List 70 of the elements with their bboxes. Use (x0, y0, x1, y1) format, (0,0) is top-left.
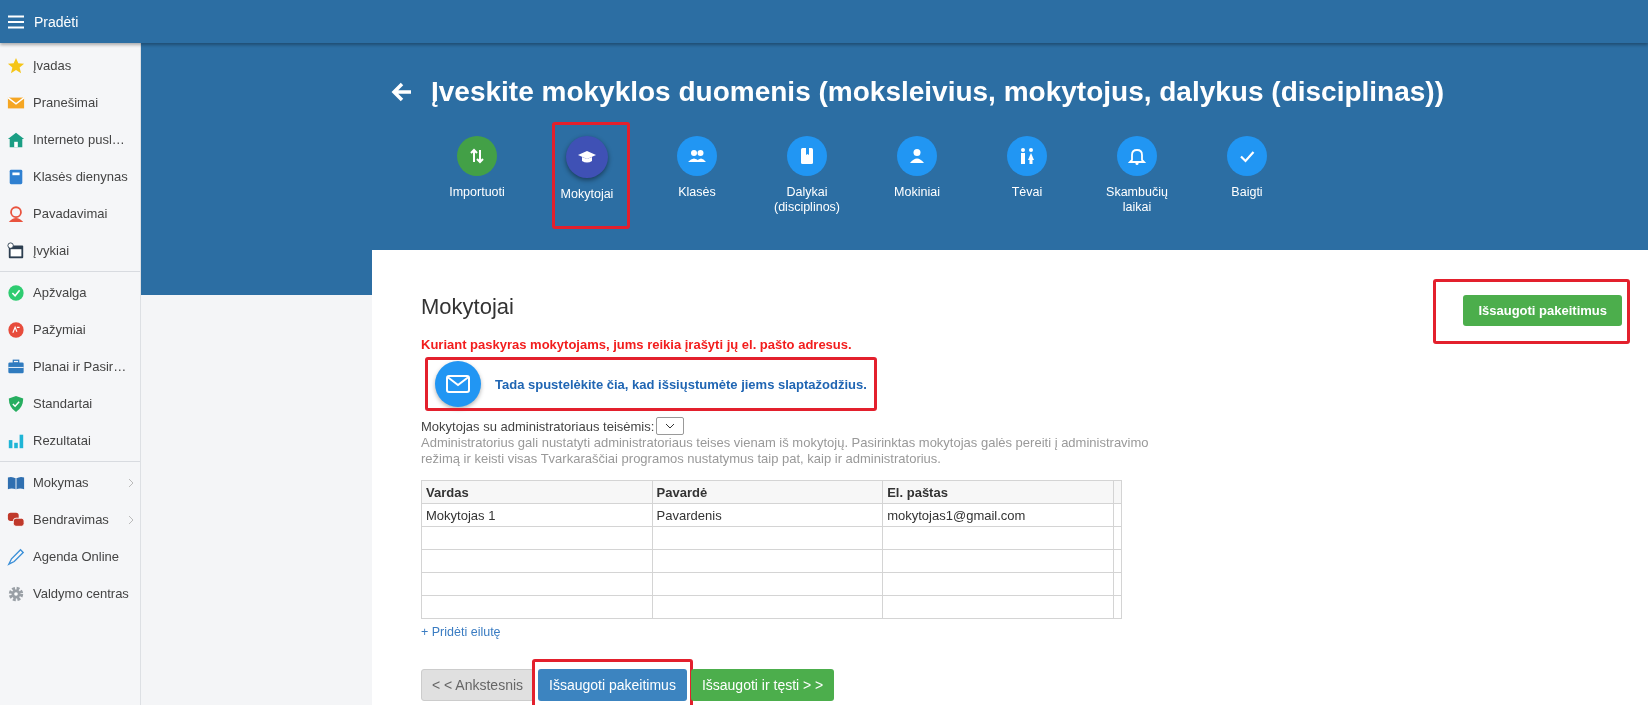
table-cell[interactable] (652, 595, 883, 619)
section-heading: Mokytojai (421, 294, 514, 320)
calendar-icon (7, 241, 25, 260)
sidebar-item[interactable]: Standartai (33, 396, 134, 411)
admin-select[interactable] (656, 417, 685, 435)
sidebar-item[interactable]: Rezultatai (33, 433, 134, 448)
wizard-step[interactable]: Skambučių laikai (1085, 136, 1189, 215)
column-header: El. paštas (882, 480, 1114, 504)
sidebar-item[interactable]: Įvykiai (33, 243, 134, 258)
notebook-icon (7, 167, 25, 186)
table-cell[interactable] (882, 526, 1114, 550)
gear-icon (7, 584, 25, 603)
sidebar-item[interactable]: Bendravimas (33, 512, 120, 527)
table-cell[interactable] (882, 572, 1114, 596)
chevron-down-icon (665, 423, 676, 429)
envelope-icon (446, 375, 470, 393)
wizard-step[interactable]: Tėvai (975, 136, 1079, 215)
table-cell[interactable]: Mokytojas 1 (421, 503, 653, 527)
person-icon (7, 204, 25, 223)
table-cell[interactable] (421, 549, 653, 573)
sidebar-item[interactable]: Mokymas (33, 475, 120, 490)
check-circle-icon (7, 283, 25, 302)
sidebar-item[interactable]: Įvadas (33, 58, 134, 73)
admin-label: Mokytojas su administratoriaus teisėmis: (421, 418, 655, 434)
chat-icon (7, 510, 25, 529)
wizard-title: Įveskite mokyklos duomenis (moksleivius, mokytojus, dalykus (disciplinas)) (431, 76, 1444, 108)
table-cell[interactable] (421, 595, 653, 619)
star-icon (7, 56, 25, 75)
menu-icon[interactable] (8, 14, 24, 29)
house-icon (7, 130, 25, 149)
sidebar-item[interactable]: Interneto pusl… (33, 132, 134, 147)
briefcase-icon (7, 357, 25, 376)
save-button[interactable]: Išsaugoti pakeitimus (538, 669, 687, 701)
table-cell[interactable]: Pavardenis (652, 503, 883, 527)
admin-hint: Administratorius gali nustatyti administratoriaus teises vienam iš mokytojų. Pasirinktas mokytojas galės pereiti į administravimo režimą ir keisti visas Tvarkaraščiai programos nustatymus taip pat, kaip ir administratorius. (421, 435, 1150, 467)
back-arrow-icon[interactable] (391, 82, 413, 102)
pen-icon (7, 547, 25, 566)
sidebar-item[interactable]: Klasės dienynas (33, 169, 134, 184)
table-cell[interactable]: mokytojas1@gmail.com (882, 503, 1114, 527)
person-icon (907, 146, 927, 166)
wizard-step[interactable]: Dalykai (disciplinos) (755, 136, 859, 215)
bell-icon (1127, 146, 1147, 166)
table-cell[interactable] (652, 526, 883, 550)
sidebar-item[interactable]: Pažymiai (33, 322, 134, 337)
wizard-step[interactable]: Klasės (645, 136, 749, 215)
wizard-step[interactable]: Baigti (1195, 136, 1299, 215)
shield-icon (7, 394, 25, 413)
sidebar-item[interactable]: Apžvalga (33, 285, 134, 300)
wizard-step[interactable]: Mokiniai (865, 136, 969, 215)
sidebar-item[interactable]: Planai ir Pasir… (33, 359, 134, 374)
add-row-link[interactable]: + Pridėti eilutę (421, 625, 501, 639)
sidebar-item[interactable]: Valdymo centras (33, 586, 134, 601)
grade-icon (7, 320, 25, 339)
app-title: Pradėti (34, 13, 79, 30)
table-cell[interactable] (421, 572, 653, 596)
table-cell[interactable] (882, 595, 1114, 619)
table-cell[interactable] (652, 572, 883, 596)
table-cell[interactable] (652, 549, 883, 573)
previous-button[interactable]: < < Ankstesnis (421, 669, 535, 701)
warning-text: Kuriant paskyras mokytojams, jums reikia įrašyti jų el. pašto adresus. (421, 337, 853, 352)
table-cell[interactable] (882, 549, 1114, 573)
send-passwords-link[interactable]: Tada spustelėkite čia, kad išsiųstumėte jiems slaptažodžius. (435, 361, 867, 407)
wizard-step[interactable]: Mokytojai (535, 136, 639, 215)
sidebar-item[interactable]: Pranešimai (33, 95, 134, 110)
column-header: Pavardė (652, 480, 883, 504)
column-header: Vardas (421, 480, 653, 504)
sidebar-item[interactable]: Pavadavimai (33, 206, 134, 221)
table-cell[interactable] (421, 526, 653, 550)
wizard-step[interactable]: Importuoti (425, 136, 529, 215)
sidebar-item[interactable]: Agenda Online (33, 549, 134, 564)
